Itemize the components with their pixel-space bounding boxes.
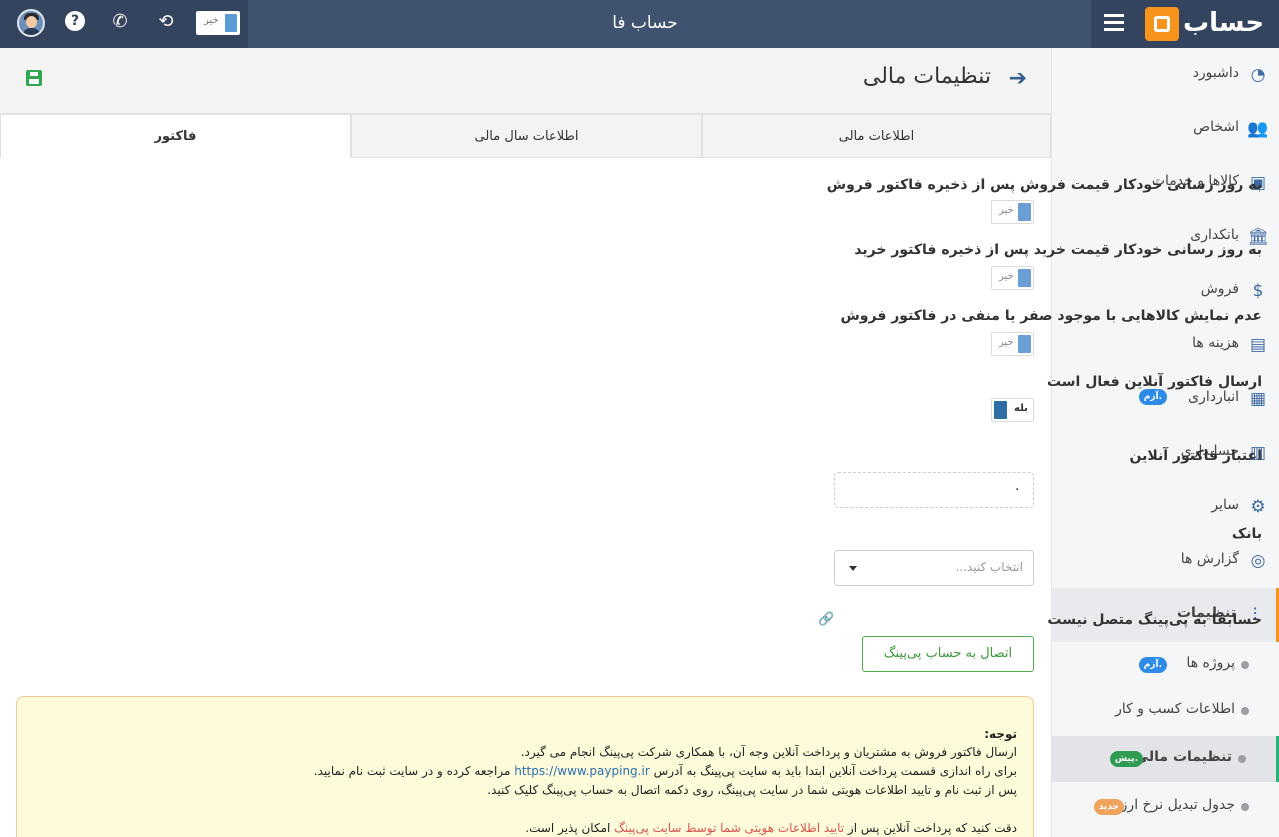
sidebar-item-label: هزینه ها bbox=[1192, 335, 1239, 351]
auto-update-purchase-price-label: به روز رسانی خودکار قیمت خرید پس از ذخیر… bbox=[854, 242, 1262, 258]
online-invoice-credit-input[interactable]: ۰ bbox=[834, 472, 1034, 508]
notice-line: پس از ثبت نام و تایید اطلاعات هویتی شما … bbox=[487, 783, 1017, 797]
toggle-label: خیر bbox=[999, 337, 1014, 348]
hide-zero-stock-toggle[interactable]: خیر bbox=[991, 332, 1034, 356]
notice-text: امکان پذیر است. bbox=[525, 821, 611, 835]
top-toggle-label: خیر bbox=[204, 15, 219, 26]
tab-fiscal-year-info[interactable]: اطلاعات سال مالی bbox=[351, 114, 702, 158]
auto-update-purchase-price-toggle[interactable]: خیر bbox=[991, 266, 1034, 290]
sidebar-subitem-label: اطلاعات کسب و کار bbox=[1115, 701, 1235, 717]
save-icon[interactable] bbox=[26, 70, 42, 86]
user-avatar[interactable] bbox=[17, 9, 45, 37]
online-invoice-enabled-toggle[interactable]: بله bbox=[991, 398, 1034, 422]
tab-bar: فاکتور اطلاعات سال مالی اطلاعات مالی bbox=[0, 114, 1051, 158]
warehouse-icon: ▦ bbox=[1249, 389, 1267, 409]
sidebar-item-label: بانکداری bbox=[1190, 227, 1239, 243]
sidebar-item-label: انبارداری bbox=[1188, 389, 1239, 405]
auto-update-sale-price-toggle[interactable]: خیر bbox=[991, 200, 1034, 224]
people-icon: 👥 bbox=[1247, 119, 1269, 139]
toggle-knob bbox=[225, 14, 237, 32]
wallet-icon: ▤ bbox=[1249, 335, 1267, 355]
sidebar-item-label: گزارش ها bbox=[1180, 551, 1239, 567]
toggle-label: خیر bbox=[999, 271, 1014, 282]
notice-box: توجه: ارسال فاکتور فروش به مشتریان و پرد… bbox=[16, 696, 1034, 837]
logo[interactable]: حساب bbox=[1143, 5, 1273, 43]
logo-text: حساب bbox=[1183, 8, 1265, 38]
notice-line: برای راه اندازی قسمت پرداخت آنلاین ابتدا… bbox=[314, 764, 1017, 778]
toggle-knob bbox=[994, 401, 1007, 419]
sidebar-subitem-label: پروژه ها bbox=[1186, 655, 1235, 671]
bank-label: بانک bbox=[1231, 526, 1262, 542]
sidebar-item-dashboard[interactable]: ◔ داشبورد bbox=[1051, 48, 1279, 102]
payping-status-label: حسابفا به پی‌پینگ متصل نیست bbox=[1047, 612, 1262, 628]
sidebar-subitem-label: جدول تبدیل نرخ ارز bbox=[1120, 797, 1235, 813]
bullet-icon bbox=[1241, 661, 1249, 669]
input-value: ۰ bbox=[1013, 481, 1021, 497]
other-icon: ⚙ bbox=[1250, 497, 1266, 517]
notice-text: برای راه اندازی قسمت پرداخت آنلاین ابتدا… bbox=[653, 764, 1017, 778]
beta-badge: آزم. bbox=[1138, 657, 1167, 673]
pre-badge: پیش. bbox=[1109, 751, 1143, 767]
top-toggle[interactable]: خیر bbox=[196, 11, 240, 35]
toggle-label: بله bbox=[1014, 403, 1028, 414]
sidebar-item-label: اشخاص bbox=[1193, 119, 1239, 135]
sidebar-item-label: فروش bbox=[1200, 281, 1239, 297]
page-title: تنظیمات مالی bbox=[862, 64, 991, 89]
hide-zero-stock-label: عدم نمایش کالاهایی با موجود صفر یا منفی … bbox=[840, 308, 1262, 324]
connect-payping-button[interactable]: اتصال به حساب پی‌پینگ bbox=[862, 636, 1034, 672]
online-invoice-enabled-label: ارسال فاکتور آنلاین فعال است bbox=[1046, 374, 1262, 390]
refresh-icon[interactable]: ⟲ bbox=[154, 10, 178, 34]
sidebar-item-people[interactable]: 👥 اشخاص bbox=[1051, 102, 1279, 156]
sales-icon: $ bbox=[1252, 281, 1264, 301]
phone-icon[interactable]: ✆ bbox=[108, 10, 132, 34]
sidebar-subitem-exchange-rates[interactable]: جدول تبدیل نرخ ارز جدید bbox=[1051, 784, 1279, 830]
bank-select[interactable]: انتخاب کنید... bbox=[834, 550, 1034, 586]
toggle-knob bbox=[1018, 203, 1031, 221]
notice-title: توجه: bbox=[984, 727, 1017, 741]
online-invoice-credit-label: اعتبار فاکتور آنلاین bbox=[1129, 448, 1262, 464]
tab-invoice[interactable]: فاکتور bbox=[0, 114, 351, 158]
menu-icon[interactable] bbox=[1104, 14, 1124, 32]
back-arrow-icon[interactable]: ➔ bbox=[1009, 66, 1027, 91]
caret-down-icon bbox=[849, 566, 857, 571]
toggle-knob bbox=[1018, 269, 1031, 287]
notice-line: ارسال فاکتور فروش به مشتریان و پرداخت آن… bbox=[520, 745, 1017, 759]
top-toolbar: ? ✆ ⟲ خیر bbox=[0, 0, 248, 48]
sidebar-subitem-financial-settings[interactable]: تنظیمات مالی پیش. bbox=[1051, 736, 1279, 782]
notice-text: مراجعه کرده و در سایت ثبت نام نمایید. bbox=[313, 764, 511, 778]
tab-financial-info[interactable]: اطلاعات مالی bbox=[702, 114, 1051, 158]
toggle-knob bbox=[1018, 335, 1031, 353]
report-icon: ◎ bbox=[1250, 551, 1266, 571]
bullet-icon bbox=[1238, 755, 1246, 763]
app-title: حساب فا bbox=[612, 13, 678, 33]
new-badge: جدید bbox=[1093, 799, 1124, 815]
payping-link[interactable]: https://www.payping.ir bbox=[514, 764, 650, 778]
sidebar-item-expenses[interactable]: ▤ هزینه ها bbox=[1051, 318, 1279, 372]
sidebar-subitem-projects[interactable]: پروژه ها آزم. bbox=[1051, 642, 1279, 688]
bullet-icon bbox=[1241, 803, 1249, 811]
notice-text: دقت کنید که پرداخت آنلاین پس از bbox=[847, 821, 1017, 835]
sidebar-item-label: سایر bbox=[1211, 497, 1239, 513]
sidebar-item-reports[interactable]: ◎ گزارش ها bbox=[1051, 534, 1279, 588]
auto-update-sale-price-label: به روز رسانی خودکار قیمت فروش پس از ذخیر… bbox=[826, 177, 1262, 193]
broken-link-icon: 🔗 bbox=[818, 612, 835, 627]
sidebar-item-label: داشبورد bbox=[1192, 65, 1239, 81]
page-header: ➔ تنظیمات مالی bbox=[0, 48, 1051, 114]
beta-badge: آزم. bbox=[1138, 389, 1167, 405]
sidebar-subitem-label: تنظیمات مالی bbox=[1134, 749, 1232, 765]
notice-line: دقت کنید که پرداخت آنلاین پس از تایید اط… bbox=[525, 821, 1017, 835]
help-icon[interactable]: ? bbox=[65, 11, 85, 31]
logo-mark-icon bbox=[1145, 7, 1179, 41]
notice-highlight: تایید اطلاعات هویتی شما توسط سایت پی‌پین… bbox=[614, 821, 845, 835]
dashboard-icon: ◔ bbox=[1250, 65, 1266, 85]
bullet-icon bbox=[1241, 707, 1249, 715]
select-placeholder: انتخاب کنید... bbox=[955, 560, 1023, 574]
sidebar: ◔ داشبورد 👥 اشخاص ▣ کالاها و خدمات 🏛 بان… bbox=[1051, 48, 1279, 837]
top-bar: ? ✆ ⟲ خیر حساب فا حساب bbox=[0, 0, 1279, 48]
sidebar-subitem-business-info[interactable]: اطلاعات کسب و کار bbox=[1051, 688, 1279, 734]
toggle-label: خیر bbox=[999, 205, 1014, 216]
